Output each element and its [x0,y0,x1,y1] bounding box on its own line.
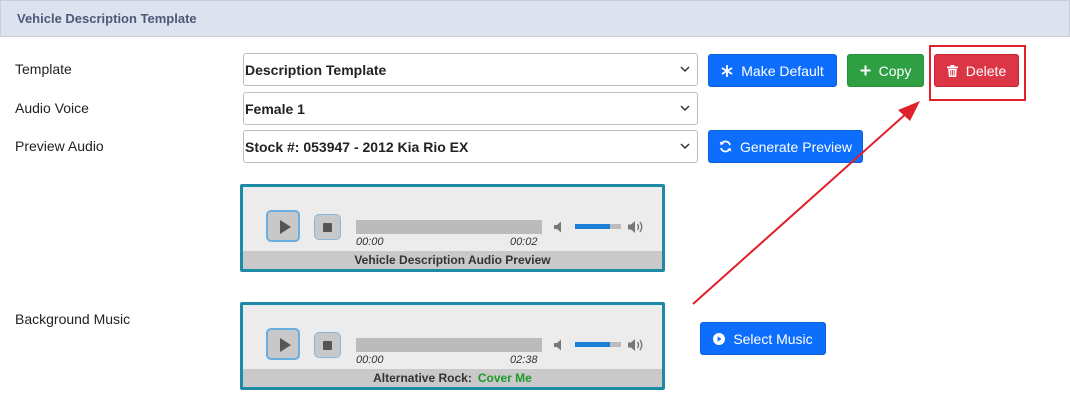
panel-title: Vehicle Description Template [17,11,197,26]
volume-level [575,342,610,347]
audio-voice-select[interactable]: Female 1 [243,92,698,125]
copy-label: Copy [878,62,912,79]
play-icon [280,220,291,234]
select-music-button[interactable]: Select Music [700,322,826,355]
select-music-label: Select Music [733,330,813,347]
preview-audio-player: 00:00 00:02 Vehicle Description Audio Pr… [240,184,665,272]
progress-track[interactable] [356,220,542,234]
current-time: 00:00 [356,354,384,366]
template-label: Template [15,61,72,77]
play-button[interactable] [266,328,300,360]
template-select-value: Description Template [245,62,387,78]
make-default-label: Make Default [741,62,824,79]
chevron-down-icon [680,143,690,150]
preview-audio-label: Preview Audio [15,138,104,154]
music-song-title: Cover Me [477,371,532,385]
stop-button[interactable] [314,214,341,240]
make-default-button[interactable]: Make Default [708,54,837,87]
generate-preview-button[interactable]: Generate Preview [708,130,863,163]
volume-slider[interactable] [575,224,621,229]
volume-high-icon[interactable] [627,337,645,353]
stop-button[interactable] [314,332,341,358]
background-music-player: 00:00 02:38 Alternative Rock: Cover Me [240,302,665,390]
audio-voice-select-value: Female 1 [245,101,305,117]
duration-time: 00:02 [510,236,538,248]
stop-icon [323,223,332,232]
play-button[interactable] [266,210,300,242]
background-music-label: Background Music [15,311,131,327]
music-genre: Alternative Rock: [373,371,472,385]
volume-level [575,224,610,229]
asterisk-icon [721,64,733,77]
volume-high-icon[interactable] [627,219,645,235]
current-time: 00:00 [356,236,384,248]
template-select[interactable]: Description Template [243,53,698,86]
preview-audio-select[interactable]: Stock #: 053947 - 2012 Kia Rio EX [243,130,698,163]
chevron-down-icon [680,105,690,112]
chevron-down-icon [680,66,690,73]
volume-low-icon[interactable] [553,338,567,352]
duration-time: 02:38 [510,354,538,366]
play-icon [280,338,291,352]
plus-icon [860,65,871,76]
preview-audio-select-value: Stock #: 053947 - 2012 Kia Rio EX [245,139,469,155]
progress-track[interactable] [356,338,542,352]
panel-header: Vehicle Description Template [0,0,1070,37]
generate-preview-label: Generate Preview [739,138,853,155]
play-circle-icon [713,332,726,345]
volume-low-icon[interactable] [553,220,567,234]
volume-slider[interactable] [575,342,621,347]
delete-highlight-annotation [929,45,1026,101]
audio-voice-label: Audio Voice [15,100,89,116]
refresh-icon [719,140,732,153]
player-caption: Alternative Rock: Cover Me [243,369,662,387]
player-caption: Vehicle Description Audio Preview [243,251,662,269]
copy-button[interactable]: Copy [847,54,924,87]
stop-icon [323,341,332,350]
